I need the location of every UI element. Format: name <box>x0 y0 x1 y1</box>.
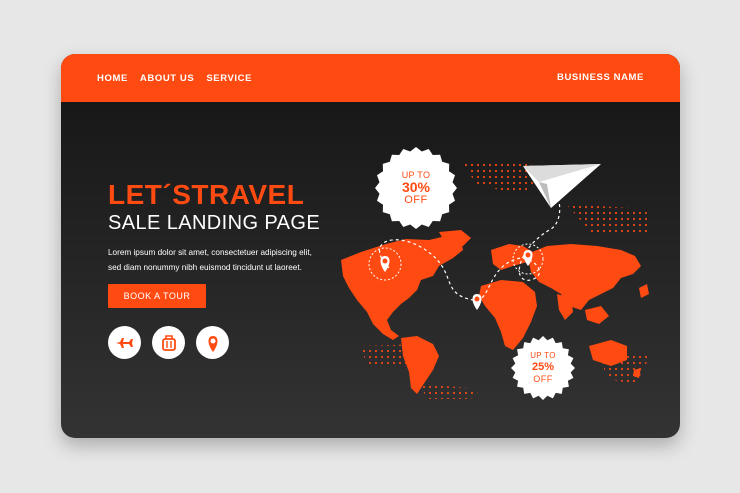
badge-up-to-label: UP TO <box>530 351 556 360</box>
badge-off-label: OFF <box>533 374 553 384</box>
badge-percent: 30% <box>401 179 431 195</box>
badge-percent: 25% <box>531 361 555 373</box>
hero-subtitle: SALE LANDING PAGE <box>108 212 321 234</box>
luggage-icon <box>161 334 176 351</box>
discount-badge-30: UP TO 30% OFF <box>374 146 458 230</box>
airplane-icon <box>115 337 133 348</box>
book-a-tour-button[interactable]: BOOK A TOUR <box>108 284 206 308</box>
hero-description-line: sed diam nonummy nibh euismod tincidunt … <box>108 263 302 272</box>
hero-description: Lorem ipsum dolor sit amet, consectetuer… <box>108 245 348 275</box>
location-pin-icon <box>208 335 217 352</box>
landing-page-card: HOME ABOUT US SERVICE BUSINESS NAME LET´… <box>61 54 680 438</box>
flights-button[interactable] <box>108 326 141 359</box>
badge-off-label: OFF <box>404 194 428 206</box>
continents <box>341 230 649 394</box>
hero-title: LET´STRAVEL <box>108 179 305 210</box>
hero-description-line: Lorem ipsum dolor sit amet, consectetuer… <box>108 248 312 257</box>
map-pin-icon <box>472 294 482 310</box>
discount-badge-25: UP TO 25% OFF <box>510 335 576 401</box>
location-button[interactable] <box>196 326 229 359</box>
luggage-button[interactable] <box>152 326 185 359</box>
